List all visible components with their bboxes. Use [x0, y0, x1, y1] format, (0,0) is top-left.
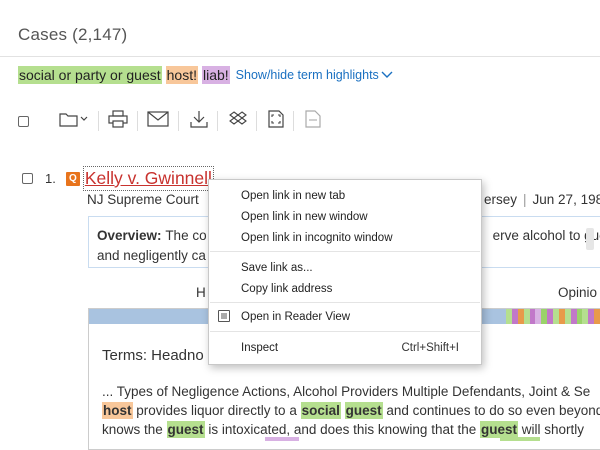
download-icon[interactable]	[190, 110, 208, 133]
case-title-link[interactable]: Kelly v. Gwinnell	[82, 166, 214, 191]
court-name: NJ Supreme Court	[87, 192, 199, 207]
toolbar-separator	[217, 111, 218, 131]
term-highlights-bar: social or party or guest host! liab! Sho…	[18, 66, 393, 84]
menu-item-copy-link-address[interactable]: Copy link address	[241, 283, 332, 295]
menu-separator	[210, 251, 480, 252]
context-menu: Open link in new tab Open link in new wi…	[208, 179, 482, 365]
headnotes-label[interactable]: H	[196, 285, 206, 300]
menu-item-inspect[interactable]: Inspect	[241, 342, 278, 354]
menu-item-reader-view[interactable]: Open in Reader View	[241, 311, 350, 323]
decision-date: Jun 27, 198	[532, 192, 600, 207]
overview-label: Overview:	[97, 228, 162, 243]
result-number: 1.	[45, 171, 56, 186]
show-hide-highlights-toggle[interactable]: Show/hide term highlights	[236, 68, 393, 82]
fullscreen-icon[interactable]	[268, 109, 284, 133]
menu-separator	[210, 331, 480, 332]
result-checkbox[interactable]	[22, 173, 33, 184]
reader-view-icon	[218, 310, 230, 322]
highlight-underline	[500, 437, 540, 441]
term-highlight-orange: host!	[165, 66, 198, 84]
jurisdiction: ersey	[484, 192, 518, 207]
chevron-down-icon	[381, 71, 393, 78]
snippet-line-2: host provides liquor directly to a socia…	[102, 402, 600, 419]
term-highlight-purple: liab!	[201, 66, 230, 84]
document-icon[interactable]	[305, 109, 321, 133]
snippet-line-3: knows the guest is intoxicated, and does…	[102, 421, 585, 438]
divider	[0, 56, 600, 57]
overview-scrollbar[interactable]	[586, 228, 594, 250]
opinion-label[interactable]: Opinio	[558, 285, 597, 300]
inspect-shortcut: Ctrl+Shift+I	[401, 342, 459, 354]
toolbar-separator	[98, 111, 99, 131]
print-icon[interactable]	[108, 109, 128, 133]
email-icon[interactable]	[147, 110, 169, 132]
menu-item-open-incognito[interactable]: Open link in incognito window	[241, 232, 393, 244]
toggle-label: Show/hide term highlights	[235, 68, 379, 82]
toolbar-separator	[137, 111, 138, 131]
status-badge[interactable]: Q	[65, 171, 80, 186]
select-all-checkbox[interactable]	[18, 115, 29, 127]
menu-item-open-new-tab[interactable]: Open link in new tab	[241, 190, 345, 202]
highlight-underline	[265, 437, 299, 441]
court-meta: ersey | Jun 27, 198	[484, 192, 600, 207]
term-highlight-green: social or party or guest	[18, 66, 162, 84]
menu-item-open-new-window[interactable]: Open link in new window	[241, 211, 368, 223]
menu-separator	[210, 302, 480, 303]
toolbar-separator	[256, 111, 257, 131]
toolbar-separator	[293, 111, 294, 131]
results-title: Cases (2,147)	[18, 25, 128, 44]
terms-heading: Terms: Headno	[102, 347, 204, 364]
result-row: 1. Q Kelly v. Gwinnell	[22, 166, 214, 191]
menu-item-save-link-as[interactable]: Save link as...	[241, 262, 313, 274]
folder-icon[interactable]	[59, 111, 89, 132]
toolbar-separator	[178, 111, 179, 131]
snippet-line-1: ... Types of Negligence Actions, Alcohol…	[102, 384, 591, 399]
results-toolbar	[18, 109, 321, 133]
dropbox-icon[interactable]	[229, 110, 247, 133]
term-density-stripes	[506, 309, 600, 324]
